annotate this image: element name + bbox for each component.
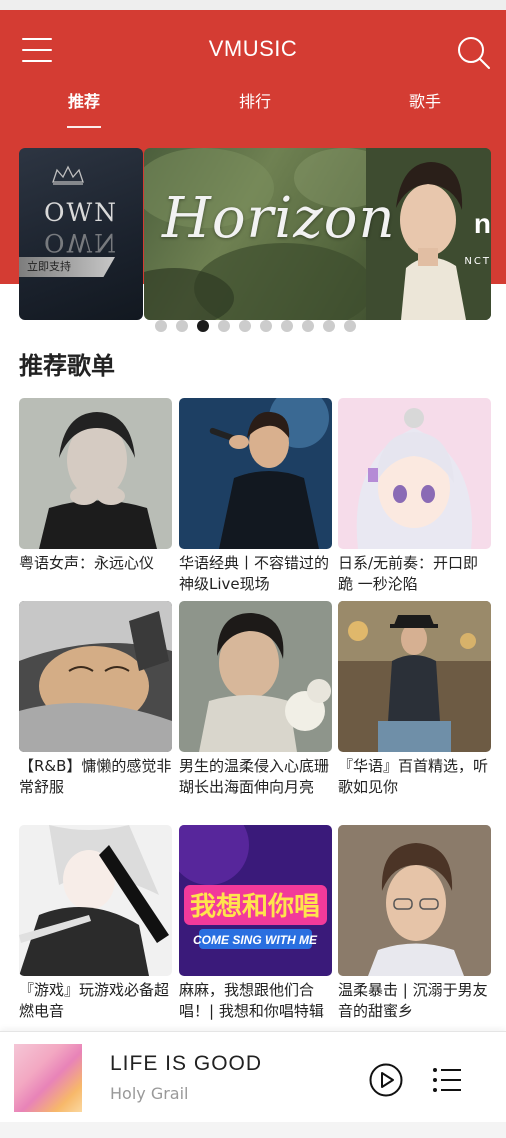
hamburger-menu-icon[interactable] [22, 38, 52, 64]
banner-main-title: Horizon [162, 186, 396, 251]
banner-prev-title-reflection: OWN [43, 228, 119, 257]
playlist-cover [338, 398, 491, 549]
playlist-card[interactable]: 『华语』百首精选，听歌如见你 [338, 601, 491, 798]
playlist-title: 『游戏』玩游戏必备超燃电音 [19, 981, 170, 1020]
playlist-card[interactable]: 温柔暴击 | 沉溺于男友音的甜蜜乡 [338, 825, 491, 1022]
play-icon[interactable] [369, 1063, 403, 1097]
tab-label: 歌手 [408, 92, 441, 111]
playlist-icon[interactable] [432, 1066, 462, 1094]
nct-logo-icon: n [473, 208, 491, 239]
carousel-dots [155, 320, 356, 332]
carousel-dot[interactable] [155, 320, 167, 332]
tab-label: 推荐 [67, 92, 100, 111]
app-title: VMUSIC [208, 36, 298, 61]
carousel-banner-main[interactable]: Horizon n NCT [144, 148, 491, 320]
playlist-card[interactable]: 我想和你唱 COME SING WITH ME 麻麻，我想跟他们合唱！| 我想和… [179, 825, 332, 1022]
playlist-cover [19, 398, 172, 549]
svg-text:COME SING WITH ME: COME SING WITH ME [193, 933, 318, 947]
carousel-dot[interactable] [302, 320, 314, 332]
search-icon[interactable] [456, 35, 492, 71]
bottom-safe-area [0, 1122, 506, 1138]
playlist-card[interactable]: 『游戏』玩游戏必备超燃电音 [19, 825, 172, 1022]
playlist-title: 日系/无前奏：开口即跪 一秒沦陷 [338, 554, 479, 593]
tab-singers[interactable]: 歌手 [380, 88, 470, 112]
crown-logo-icon [52, 165, 84, 185]
banner-prev-title: OWN [43, 198, 119, 227]
playlist-title: 麻麻，我想跟他们合唱！| 我想和你唱特辑 [179, 981, 324, 1020]
playlist-title: 『华语』百首精选，听歌如见你 [338, 757, 489, 796]
svg-text:我想和你唱: 我想和你唱 [190, 892, 320, 922]
playlist-title: 粤语女声：永远心仪 [19, 554, 155, 572]
playlist-cover [179, 601, 332, 752]
carousel-dot[interactable] [218, 320, 230, 332]
playlist-card[interactable]: 日系/无前奏：开口即跪 一秒沦陷 [338, 398, 491, 595]
status-strip [0, 0, 506, 10]
active-tab-indicator [67, 126, 101, 128]
carousel-dot[interactable] [344, 320, 356, 332]
carousel-dot[interactable] [239, 320, 251, 332]
playlist-card[interactable]: 华语经典丨不容错过的神级Live现场 [179, 398, 332, 595]
playlist-card[interactable]: 【R&B】慵懒的感觉非常舒服 [19, 601, 172, 798]
carousel-banner-prev[interactable]: OWN OWN 立即支持 [19, 148, 143, 320]
now-playing-song: LIFE IS GOOD [110, 1052, 263, 1075]
playlist-cover [338, 601, 491, 752]
playlist-cover: 我想和你唱 COME SING WITH ME [179, 825, 332, 976]
now-playing-cover[interactable] [14, 1044, 82, 1112]
tab-label: 排行 [238, 92, 271, 111]
playlist-cover [338, 825, 491, 976]
carousel-dot[interactable] [323, 320, 335, 332]
playlist-title: 男生的温柔侵入心底珊瑚长出海面伸向月亮 [179, 757, 330, 796]
mini-player[interactable]: LIFE IS GOOD Holy Grail [0, 1031, 506, 1122]
carousel-dot[interactable] [281, 320, 293, 332]
carousel-dot-active[interactable] [197, 320, 209, 332]
playlist-title: 华语经典丨不容错过的神级Live现场 [179, 554, 330, 593]
banner-main-badge: NCT [464, 256, 491, 267]
tab-recommend[interactable]: 推荐 [39, 88, 129, 128]
support-now-button[interactable]: 立即支持 [19, 257, 115, 277]
tab-ranking[interactable]: 排行 [210, 88, 300, 112]
playlist-card[interactable]: 粤语女声：永远心仪 [19, 398, 172, 574]
section-title-recommended-playlists: 推荐歌单 [19, 352, 115, 380]
playlist-card[interactable]: 男生的温柔侵入心底珊瑚长出海面伸向月亮 [179, 601, 332, 798]
now-playing-artist: Holy Grail [110, 1084, 189, 1103]
playlist-title: 【R&B】慵懒的感觉非常舒服 [19, 757, 172, 796]
carousel-dot[interactable] [176, 320, 188, 332]
playlist-cover [179, 398, 332, 549]
top-tabs: 推荐 排行 歌手 [0, 88, 506, 138]
carousel-dot[interactable] [260, 320, 272, 332]
playlist-cover [19, 825, 172, 976]
playlist-title: 温柔暴击 | 沉溺于男友音的甜蜜乡 [338, 981, 488, 1020]
playlist-cover [19, 601, 172, 752]
